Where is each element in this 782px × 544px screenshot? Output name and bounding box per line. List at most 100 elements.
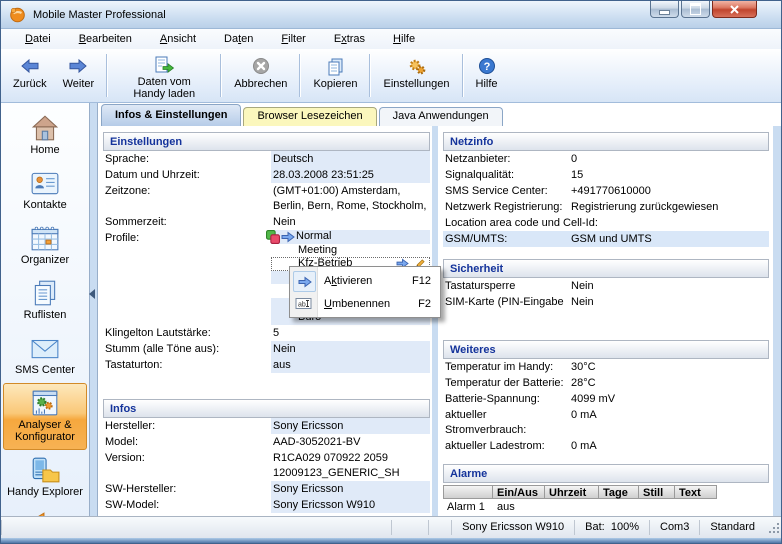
cancel-icon xyxy=(252,55,270,77)
home-icon xyxy=(30,114,60,142)
sidebar-splitter[interactable] xyxy=(89,103,98,516)
setting-row: Klingelton Lautstärke: 5 xyxy=(103,325,430,341)
svg-text:?: ? xyxy=(483,61,490,73)
setting-row: Zeitzone: (GMT+01:00) Amsterdam, Berlin,… xyxy=(103,183,430,214)
help-icon: ? xyxy=(478,55,496,77)
info-row: SW-Model: Sony Ericsson W910 xyxy=(103,497,430,513)
sidebar-item-synchronisieren[interactable]: Synchronisieren xyxy=(3,505,87,516)
netz-row: Netzanbieter: 0 xyxy=(443,151,769,167)
title-bar: Mobile Master Professional xyxy=(1,1,781,29)
back-arrow-icon xyxy=(20,55,40,77)
status-battery: Bat: 100% xyxy=(574,520,649,535)
menu-ansicht[interactable]: Ansicht xyxy=(146,31,210,47)
context-menu-aktivieren[interactable]: Aktivieren F12 xyxy=(290,269,440,292)
maximize-button[interactable] xyxy=(681,1,710,18)
menu-bar: Datei Bearbeiten Ansicht Daten Filter Ex… xyxy=(1,29,781,49)
sidebar-item-home[interactable]: Home xyxy=(3,108,87,163)
sidebar: Home Kontakte xyxy=(1,103,89,516)
collapse-arrow-icon[interactable] xyxy=(89,289,95,299)
close-button[interactable] xyxy=(712,1,757,18)
activate-arrow-icon xyxy=(293,271,316,292)
envelope-icon xyxy=(30,334,60,362)
profile-item-meeting[interactable]: Meeting xyxy=(271,244,430,258)
profile-item-normal[interactable]: Normal xyxy=(271,230,430,244)
status-bar: Sony Ericsson W910 Bat: 100% Com3 Standa… xyxy=(1,516,781,538)
setting-row: Stumm (alle Töne aus): Nein xyxy=(103,341,430,357)
weiteres-row: Batterie-Spannung: 4099 mV xyxy=(443,391,769,407)
forward-button[interactable]: Weiter xyxy=(55,51,103,100)
cancel-button[interactable]: Abbrechen xyxy=(226,51,295,100)
back-button[interactable]: Zurück xyxy=(5,51,55,100)
section-header-netzinfo: Netzinfo xyxy=(443,132,769,151)
profile-context-menu: Aktivieren F12 ab Umbenennen F2 xyxy=(289,266,441,318)
netz-row-gsm-umts: GSM/UMTS: GSM und UMTS xyxy=(443,231,769,247)
help-button[interactable]: ? Hilfe xyxy=(468,51,506,100)
rename-icon: ab xyxy=(293,294,314,313)
app-logo-icon xyxy=(9,6,26,23)
sidebar-item-sms-center[interactable]: SMS Center xyxy=(3,328,87,383)
section-header-alarme: Alarme xyxy=(443,464,769,483)
toolbar-separator xyxy=(106,54,108,97)
analyser-icon xyxy=(30,389,60,417)
status-profile: Standard xyxy=(699,520,765,535)
shortcut-label: F12 xyxy=(412,275,431,287)
copy-icon xyxy=(326,55,345,77)
right-edge-strip xyxy=(773,126,781,516)
forward-arrow-icon xyxy=(68,55,88,77)
setting-row: Sommerzeit: Nein xyxy=(103,214,430,230)
menu-extras[interactable]: Extras xyxy=(320,31,379,47)
shortcut-label: F2 xyxy=(418,298,431,310)
setting-row: Tastaturton: aus xyxy=(103,357,430,373)
left-column: Einstellungen Sprache: Deutsch Datum und… xyxy=(98,126,432,516)
toolbar-separator xyxy=(369,54,371,97)
info-row: Hersteller: Sony Ericsson xyxy=(103,418,430,434)
netz-row: Location area code und Cell-Id: xyxy=(443,215,769,231)
menu-datei[interactable]: Datei xyxy=(11,31,65,47)
tab-strip: Infos & Einstellungen Browser Lesezeiche… xyxy=(98,103,781,126)
netz-row: SMS Service Center: +491770610000 xyxy=(443,183,769,199)
settings-button[interactable]: Einstellungen xyxy=(375,51,457,100)
window-title: Mobile Master Professional xyxy=(33,9,166,21)
active-profile-arrow-icon xyxy=(281,231,295,243)
context-menu-umbenennen[interactable]: ab Umbenennen F2 xyxy=(290,292,440,315)
weiteres-row: aktueller Stromverbrauch: 0 mA xyxy=(443,407,769,438)
netz-row: Netzwerk Registrierung: Registrierung zu… xyxy=(443,199,769,215)
call-lists-icon xyxy=(30,279,60,307)
tab-java-anwendungen[interactable]: Java Anwendungen xyxy=(379,107,503,126)
menu-hilfe[interactable]: Hilfe xyxy=(379,31,429,47)
tab-infos-einstellungen[interactable]: Infos & Einstellungen xyxy=(101,104,241,126)
section-header-infos: Infos xyxy=(103,399,430,418)
menu-bearbeiten[interactable]: Bearbeiten xyxy=(65,31,146,47)
sidebar-item-ruflisten[interactable]: Ruflisten xyxy=(3,273,87,328)
sicherheit-row: Tastatursperre Nein xyxy=(443,278,769,294)
status-port: Com3 xyxy=(649,520,699,535)
svg-text:ab: ab xyxy=(298,302,306,309)
load-from-phone-button[interactable]: Daten vom Handy laden xyxy=(112,51,216,100)
tab-browser-lesezeichen[interactable]: Browser Lesezeichen xyxy=(243,107,376,126)
close-icon xyxy=(729,4,740,15)
sidebar-item-handy-explorer[interactable]: Handy Explorer xyxy=(3,450,87,505)
sidebar-item-kontakte[interactable]: Kontakte xyxy=(3,163,87,218)
copy-button[interactable]: Kopieren xyxy=(305,51,365,100)
load-from-phone-icon xyxy=(153,55,175,75)
section-header-weiteres: Weiteres xyxy=(443,340,769,359)
menu-filter[interactable]: Filter xyxy=(267,31,319,47)
section-header-sicherheit: Sicherheit xyxy=(443,259,769,278)
contacts-icon xyxy=(30,169,60,197)
menu-daten[interactable]: Daten xyxy=(210,31,267,47)
columns: Einstellungen Sprache: Deutsch Datum und… xyxy=(98,126,781,516)
sidebar-item-analyser-konfigurator[interactable]: Analyser & Konfigurator xyxy=(3,383,87,450)
toolbar-separator xyxy=(220,54,222,97)
alarm-table-header: Ein/Aus Uhrzeit Tage Still Text xyxy=(443,485,769,499)
info-row: Version: R1CA029 070922 2059 12009123_GE… xyxy=(103,450,430,481)
toolbar: Zurück Weiter Daten vom Handy laden xyxy=(1,49,781,103)
alarm-row-1[interactable]: Alarm 1 aus xyxy=(443,499,769,516)
resize-grip[interactable] xyxy=(767,521,781,535)
status-device: Sony Ericsson W910 xyxy=(451,520,574,535)
minimize-button[interactable] xyxy=(650,1,679,18)
netz-row: Signalqualität: 15 xyxy=(443,167,769,183)
weiteres-row: Temperatur der Batterie: 28°C xyxy=(443,375,769,391)
toolbar-separator xyxy=(299,54,301,97)
sicherheit-row: SIM-Karte (PIN-Eingabe Nein xyxy=(443,294,769,310)
sidebar-item-organizer[interactable]: Organizer xyxy=(3,218,87,273)
